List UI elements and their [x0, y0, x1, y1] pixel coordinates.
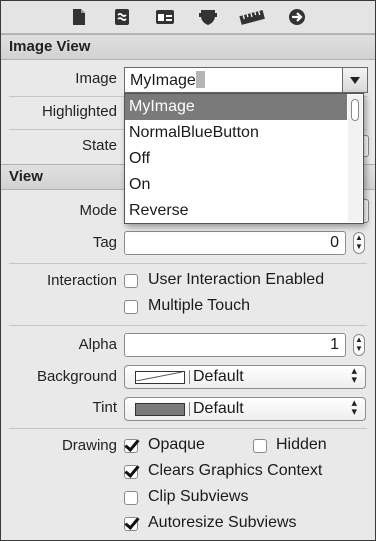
- tint-color-swatch: [135, 403, 185, 416]
- tint-label: Tint: [92, 399, 117, 416]
- user-interaction-label[interactable]: User Interaction Enabled: [148, 271, 324, 289]
- image-view-title: Image View: [9, 38, 91, 55]
- size-ruler-icon[interactable]: [239, 7, 265, 27]
- identity-icon[interactable]: [155, 7, 175, 27]
- tag-field[interactable]: 0: [124, 231, 346, 255]
- dropdown-scrollbar[interactable]: [348, 95, 362, 222]
- mode-label: Mode: [79, 202, 117, 219]
- clears-graphics-checkbox[interactable]: [124, 465, 138, 479]
- multiple-touch-checkbox[interactable]: [124, 300, 138, 314]
- tag-stepper[interactable]: ▲ ▼: [353, 232, 365, 254]
- view-title: View: [9, 168, 43, 185]
- alpha-label: Alpha: [78, 336, 117, 353]
- dropdown-item[interactable]: MyImage: [125, 94, 347, 120]
- background-color-swatch: [135, 371, 185, 384]
- hidden-checkbox[interactable]: [253, 439, 267, 453]
- image-dropdown-menu: MyImage NormalBlueButton Off On Reverse: [124, 93, 364, 224]
- image-combo-box[interactable]: MyImage: [124, 67, 368, 93]
- opaque-checkbox[interactable]: [124, 439, 138, 453]
- clip-subviews-checkbox[interactable]: [124, 491, 138, 505]
- background-popup[interactable]: Default ▴ ▾: [124, 365, 366, 389]
- multiple-touch-label[interactable]: Multiple Touch: [148, 297, 250, 315]
- alpha-stepper[interactable]: ▲ ▼: [353, 334, 365, 356]
- inspector-toolbar: [1, 1, 375, 34]
- divider: [9, 428, 367, 429]
- user-interaction-checkbox[interactable]: [124, 274, 138, 288]
- tint-popup[interactable]: Default ▴ ▾: [124, 397, 366, 421]
- background-value: Default: [193, 368, 244, 385]
- highlighted-label: Highlighted: [41, 103, 117, 120]
- text-selection: [195, 71, 205, 88]
- tag-label: Tag: [92, 234, 117, 251]
- background-label: Background: [36, 368, 117, 385]
- dropdown-item[interactable]: On: [125, 172, 347, 198]
- combo-dropdown-arrow-icon[interactable]: [342, 68, 367, 92]
- dropdown-scroll-thumb[interactable]: [351, 99, 359, 121]
- inspector-panel: Image View Image MyImage Highlighted Sta…: [0, 0, 376, 541]
- image-combo-value: MyImage: [130, 72, 196, 89]
- dropdown-item[interactable]: Reverse: [125, 198, 347, 224]
- image-label: Image: [75, 70, 117, 87]
- image-view-section-header: Image View: [1, 34, 375, 60]
- alpha-field[interactable]: 1: [124, 333, 346, 357]
- file-icon[interactable]: [69, 7, 89, 27]
- tint-value: Default: [193, 400, 244, 417]
- opaque-label[interactable]: Opaque: [148, 436, 205, 454]
- divider: [9, 263, 367, 264]
- drawing-label: Drawing: [61, 437, 117, 454]
- autoresize-subviews-label[interactable]: Autoresize Subviews: [148, 514, 297, 532]
- divider: [9, 325, 367, 326]
- alpha-value: 1: [330, 336, 339, 353]
- tag-value: 0: [330, 234, 339, 251]
- connections-arrow-icon[interactable]: [287, 7, 307, 27]
- dropdown-item[interactable]: Off: [125, 146, 347, 172]
- popup-arrows-icon: ▴ ▾: [351, 397, 357, 418]
- interaction-label: Interaction: [46, 272, 117, 289]
- autoresize-subviews-checkbox[interactable]: [124, 517, 138, 531]
- hidden-label[interactable]: Hidden: [276, 436, 327, 454]
- dropdown-item[interactable]: NormalBlueButton: [125, 120, 347, 146]
- popup-arrows-icon: ▴ ▾: [351, 365, 357, 386]
- clip-subviews-label[interactable]: Clip Subviews: [148, 488, 248, 506]
- state-label: State: [81, 137, 117, 154]
- clears-graphics-label[interactable]: Clears Graphics Context: [148, 462, 322, 480]
- attributes-icon[interactable]: [198, 7, 218, 27]
- quick-help-icon[interactable]: [112, 7, 132, 27]
